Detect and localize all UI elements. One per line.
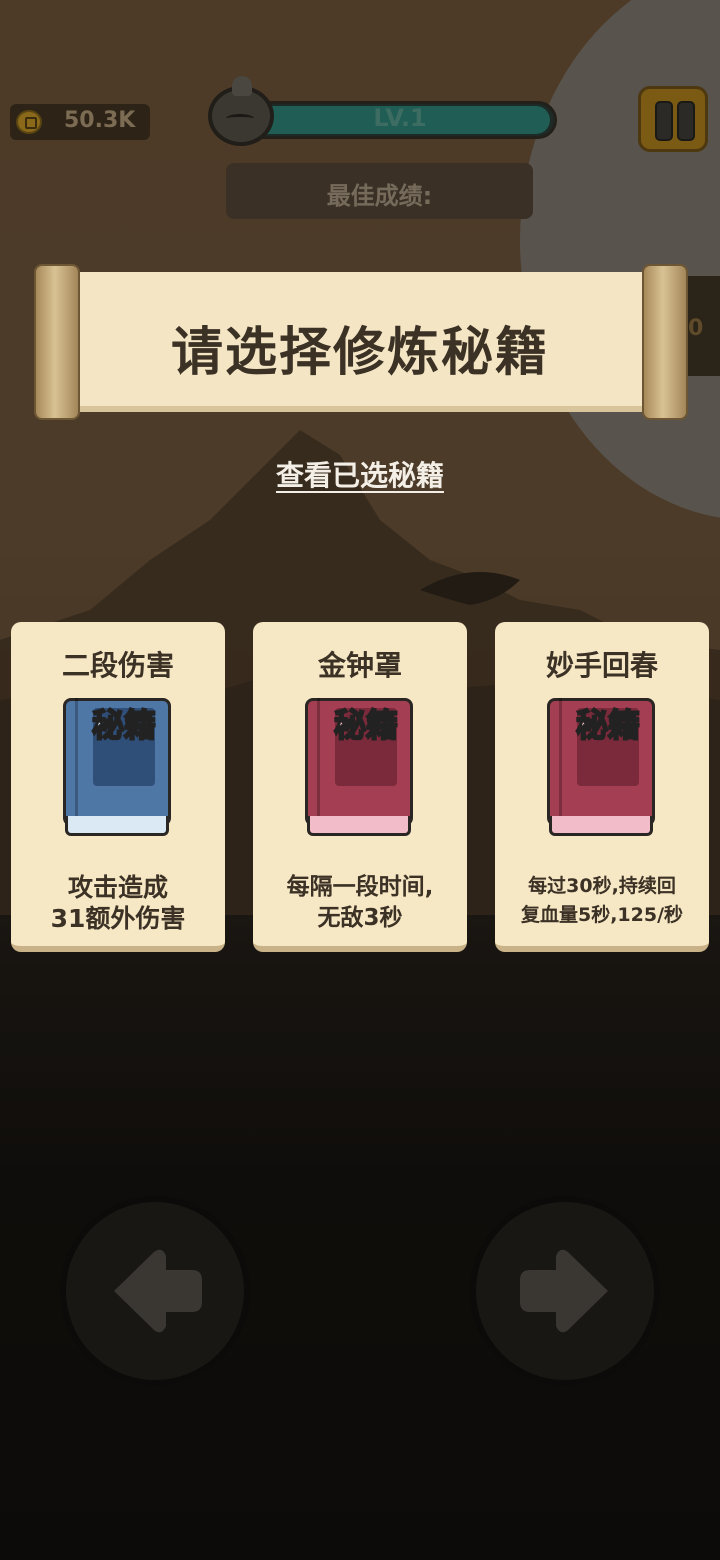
coin-icon xyxy=(16,110,42,134)
card-description: 每过30秒,持续回 复血量5秒,125/秒 xyxy=(520,875,684,926)
book-icon: 秘籍 xyxy=(305,698,415,842)
book-spine xyxy=(75,698,78,826)
best-score-label: 最佳成绩: xyxy=(326,182,433,210)
avatar-eyes xyxy=(226,114,254,123)
book-pages xyxy=(549,816,653,836)
card-title: 二段伤害 xyxy=(61,649,174,682)
skill-card-golden-bell[interactable]: 金钟罩 秘籍 每隔一段时间, 无敌3秒 xyxy=(253,622,467,952)
card-title: 妙手回春 xyxy=(545,649,658,682)
scroll-roll-right xyxy=(642,264,688,420)
skill-card-healing[interactable]: 妙手回春 秘籍 每过30秒,持续回 复血量5秒,125/秒 xyxy=(495,622,709,952)
card-title: 金钟罩 xyxy=(317,649,402,682)
pause-icon xyxy=(655,101,673,141)
side-tab-text: 0 xyxy=(688,316,704,341)
book-pages xyxy=(307,816,411,836)
side-tab[interactable]: 0 xyxy=(684,276,720,376)
pause-icon xyxy=(677,101,695,141)
book-glyph: 秘籍 xyxy=(91,705,157,745)
scroll-title: 请选择修炼秘籍 xyxy=(170,323,549,383)
scroll-roll-left xyxy=(34,264,80,420)
level-label: LV.1 xyxy=(373,104,427,132)
avatar-tuft xyxy=(232,76,252,96)
view-selected-link[interactable]: 查看已选秘籍 xyxy=(210,454,510,494)
pause-button[interactable] xyxy=(638,86,708,152)
move-right-button[interactable] xyxy=(470,1196,660,1386)
book-pages xyxy=(65,816,169,836)
book-spine xyxy=(559,698,562,826)
book-glyph: 秘籍 xyxy=(575,705,641,745)
book-icon: 秘籍 xyxy=(63,698,173,842)
book-glyph: 秘籍 xyxy=(333,705,399,745)
coin-amount: 50.3K xyxy=(64,108,136,133)
move-left-button[interactable] xyxy=(60,1196,250,1386)
book-spine xyxy=(317,698,320,826)
skill-card-double-damage[interactable]: 二段伤害 秘籍 攻击造成 31额外伤害 xyxy=(11,622,225,952)
player-avatar-icon[interactable] xyxy=(208,76,274,146)
arrow-right-icon xyxy=(520,1249,608,1333)
card-description: 每隔一段时间, 无敌3秒 xyxy=(286,874,434,931)
book-icon: 秘籍 xyxy=(547,698,657,842)
arrow-left-icon xyxy=(114,1249,202,1333)
card-description: 攻击造成 31额外伤害 xyxy=(50,873,186,933)
